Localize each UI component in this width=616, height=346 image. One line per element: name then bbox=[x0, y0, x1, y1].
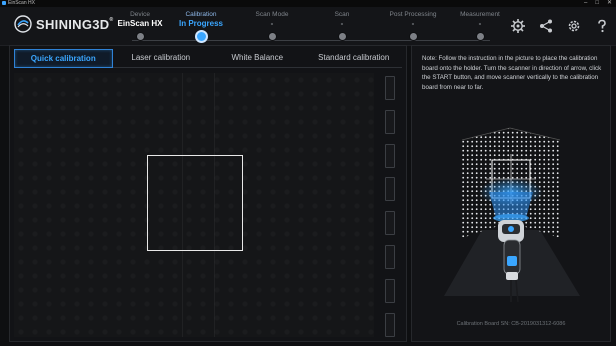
app-icon bbox=[2, 1, 6, 5]
calibration-board-code: Calibration Board SN: CB-2019031312-6086 bbox=[456, 321, 566, 327]
window-title: EinScan HX bbox=[8, 0, 35, 6]
step-dot-active bbox=[195, 30, 208, 43]
calibration-view-panel: Quick calibration Laser calibration Whit… bbox=[9, 45, 407, 342]
steps-connector bbox=[132, 40, 490, 41]
step-dot bbox=[136, 32, 145, 41]
progress-slot bbox=[385, 312, 395, 337]
share-icon[interactable] bbox=[538, 17, 554, 35]
progress-slot bbox=[385, 278, 395, 303]
progress-slot bbox=[385, 177, 395, 202]
progress-slot bbox=[385, 76, 395, 100]
scanner-calibration-illustration bbox=[444, 127, 580, 303]
progress-slot bbox=[385, 109, 395, 134]
step-dot bbox=[476, 32, 485, 41]
shining3d-logo-icon bbox=[14, 15, 32, 33]
progress-slot bbox=[385, 143, 395, 168]
step-dot bbox=[409, 32, 418, 41]
app-header: SHINING3D® Device EinScan HX Calibration… bbox=[0, 7, 616, 46]
calibration-target-frame bbox=[147, 155, 243, 251]
minimize-icon[interactable]: – bbox=[584, 0, 587, 7]
step-dot bbox=[338, 32, 347, 41]
maximize-icon[interactable]: □ bbox=[595, 0, 599, 7]
tab-quick-calibration[interactable]: Quick calibration bbox=[14, 49, 113, 68]
gear-icon[interactable] bbox=[566, 17, 582, 35]
calibration-tabs: Quick calibration Laser calibration Whit… bbox=[14, 49, 402, 68]
help-icon[interactable] bbox=[594, 17, 610, 35]
progress-slot bbox=[385, 211, 395, 236]
settings-gear-icon[interactable] bbox=[510, 17, 526, 35]
calibration-progress-slots bbox=[385, 76, 395, 346]
close-icon[interactable]: ✕ bbox=[607, 0, 612, 7]
step-dot bbox=[268, 32, 277, 41]
camera-preview bbox=[14, 73, 374, 337]
window-titlebar: EinScan HX – □ ✕ bbox=[0, 0, 616, 7]
workflow-steps: Device EinScan HX Calibration In Progres… bbox=[90, 11, 500, 43]
tab-white-balance[interactable]: White Balance bbox=[209, 49, 306, 68]
instruction-note: Note: Follow the instruction in the pict… bbox=[422, 55, 602, 91]
tab-laser-calibration[interactable]: Laser calibration bbox=[112, 49, 209, 68]
progress-slot bbox=[385, 244, 395, 269]
tab-standard-calibration[interactable]: Standard calibration bbox=[305, 49, 402, 68]
instruction-panel: Note: Follow the instruction in the pict… bbox=[411, 45, 611, 342]
header-toolbar bbox=[510, 17, 610, 35]
